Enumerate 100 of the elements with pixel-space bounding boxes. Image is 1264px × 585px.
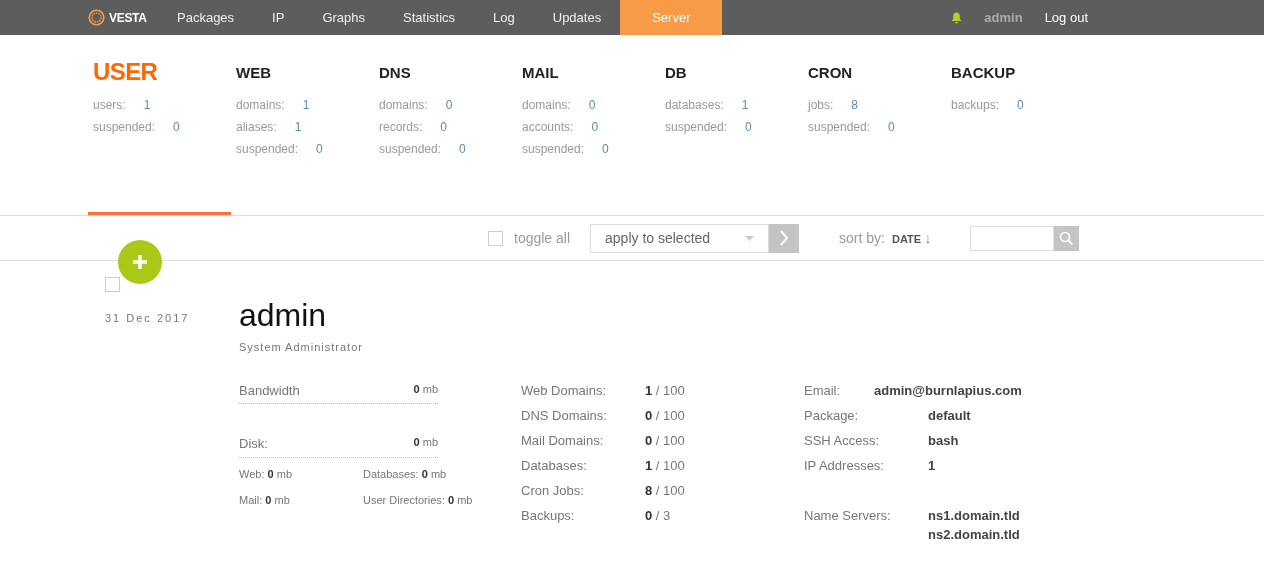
- stat-value: 0: [173, 119, 180, 136]
- limit-label: DNS Domains:: [521, 406, 608, 425]
- nav-tab[interactable]: Log: [474, 0, 534, 35]
- stat-label: backups:: [951, 97, 1000, 114]
- detail-value: ns2.domain.tld: [928, 526, 1020, 544]
- detail-label: SSH Access:: [804, 431, 881, 450]
- disk-usage: Databases: 0 mb: [363, 466, 447, 482]
- stat-value: 1: [143, 97, 151, 114]
- stats-tab[interactable]: WEB domains: 1 aliases: 1 suspended: 0: [231, 35, 374, 215]
- stat-value: 0: [745, 119, 752, 136]
- detail-label: IP Addresses:: [804, 456, 885, 475]
- caret-icon: [745, 235, 755, 241]
- stats-tab[interactable]: BACKUP backups: 0: [946, 35, 1089, 215]
- section-title: USER: [93, 58, 159, 86]
- action-select[interactable]: apply to selected: [590, 223, 770, 253]
- limit-value: 8 / 100: [645, 481, 685, 500]
- bandwidth-label: Bandwidth: [239, 381, 300, 400]
- add-button[interactable]: [118, 240, 162, 284]
- stat-value: 0: [602, 141, 609, 158]
- section-title: DNS: [379, 63, 412, 83]
- stat-value: 0: [440, 119, 448, 136]
- limit-label: Web Domains:: [521, 381, 607, 400]
- stat-label: suspended:: [93, 119, 156, 136]
- detail-label: Package:: [804, 406, 860, 425]
- stat-label: suspended:: [379, 141, 442, 158]
- stat-value: 1: [741, 97, 749, 114]
- stat-label: accounts:: [522, 119, 574, 136]
- limit-value: 0 / 3: [645, 506, 671, 525]
- stat-value: 0: [459, 141, 466, 158]
- stat-label: users:: [93, 97, 126, 114]
- stat-label: suspended:: [522, 141, 585, 158]
- stat-value: 1: [294, 119, 302, 136]
- logo-icon: [88, 9, 105, 26]
- stat-label: suspended:: [236, 141, 299, 158]
- bell-icon[interactable]: [951, 11, 963, 24]
- stats-tab[interactable]: USER users: 1 suspended: 0: [88, 35, 231, 215]
- plus-icon: [132, 254, 148, 270]
- stats-tab[interactable]: CRON jobs: 8 suspended: 0: [803, 35, 946, 215]
- limit-value: 1 / 100: [645, 381, 685, 400]
- search-field[interactable]: [969, 225, 1054, 251]
- section-title: CRON: [808, 63, 854, 83]
- disk-label: Disk:: [239, 435, 268, 453]
- section-title: WEB: [236, 63, 272, 83]
- detail-label: Email:: [804, 381, 842, 400]
- stat-value: 0: [445, 97, 453, 114]
- section-title: DB: [665, 63, 688, 83]
- stat-label: domains:: [379, 97, 428, 114]
- logo-text: VESTA: [109, 9, 147, 27]
- section-title: BACKUP: [951, 63, 1017, 83]
- nav-tab[interactable]: Statistics: [384, 0, 475, 35]
- search-button[interactable]: [1053, 225, 1079, 251]
- stats-tab[interactable]: DNS domains: 0 records: 0 suspended: 0: [374, 35, 517, 215]
- stat-value: 8: [851, 97, 859, 114]
- limit-label: Cron Jobs:: [521, 481, 585, 500]
- limit-value: 0 / 100: [645, 431, 685, 450]
- stat-value: 0: [316, 141, 323, 158]
- stat-label: suspended:: [808, 119, 871, 136]
- disk-value: 0 mb: [413, 435, 438, 450]
- date-text: 31 Dec 2017: [105, 311, 191, 326]
- apply-button[interactable]: [769, 223, 800, 253]
- limit-label: Mail Domains:: [521, 431, 605, 450]
- stat-value: 0: [888, 119, 895, 136]
- detail-value: default: [928, 406, 971, 425]
- section-title: MAIL: [522, 63, 560, 83]
- user-name: admin: [239, 297, 328, 333]
- stat-label: records:: [379, 119, 423, 136]
- sort-option[interactable]: DATE ↓: [891, 226, 932, 250]
- limit-label: Backups:: [521, 506, 576, 525]
- nav-tab[interactable]: Graphs: [303, 0, 385, 35]
- stat-label: domains:: [522, 97, 571, 114]
- detail-label: Name Servers:: [804, 506, 892, 525]
- limit-label: Databases:: [521, 456, 588, 475]
- disk-usage: Web: 0 mb: [239, 466, 292, 482]
- detail-value: 1: [928, 456, 936, 475]
- stat-label: databases:: [665, 97, 724, 114]
- stat-value: 0: [588, 97, 596, 114]
- nav-tab[interactable]: IP: [253, 0, 304, 35]
- user-role: System Administrator: [239, 340, 364, 355]
- chevron-right-icon: [779, 230, 790, 246]
- stat-label: suspended:: [665, 119, 728, 136]
- detail-value: bash: [928, 431, 959, 450]
- stats-tab[interactable]: DB databases: 1 suspended: 0: [660, 35, 803, 215]
- stats-tab[interactable]: MAIL domains: 0 accounts: 0 suspended: 0: [517, 35, 660, 215]
- nav-tab[interactable]: Updates: [533, 0, 621, 35]
- logout-link[interactable]: Log out: [1044, 7, 1088, 28]
- stat-value: 1: [302, 97, 310, 114]
- stat-value: 0: [1017, 97, 1024, 114]
- disk-usage: User Directories: 0 mb: [363, 493, 473, 508]
- stat-label: jobs:: [808, 97, 834, 114]
- stat-label: aliases:: [236, 119, 277, 136]
- stat-value: 0: [591, 119, 599, 136]
- detail-value: admin@burnlapius.com: [874, 381, 1022, 400]
- search-icon: [1059, 231, 1074, 245]
- row-checkbox[interactable]: [105, 277, 120, 292]
- limit-value: 0 / 100: [645, 406, 685, 425]
- stat-label: domains:: [236, 97, 285, 114]
- checkbox[interactable]: [488, 230, 503, 246]
- nav-tab[interactable]: Packages: [158, 0, 254, 35]
- sort-label: sort by:: [839, 228, 885, 248]
- bandwidth-value: 0 mb: [413, 381, 438, 397]
